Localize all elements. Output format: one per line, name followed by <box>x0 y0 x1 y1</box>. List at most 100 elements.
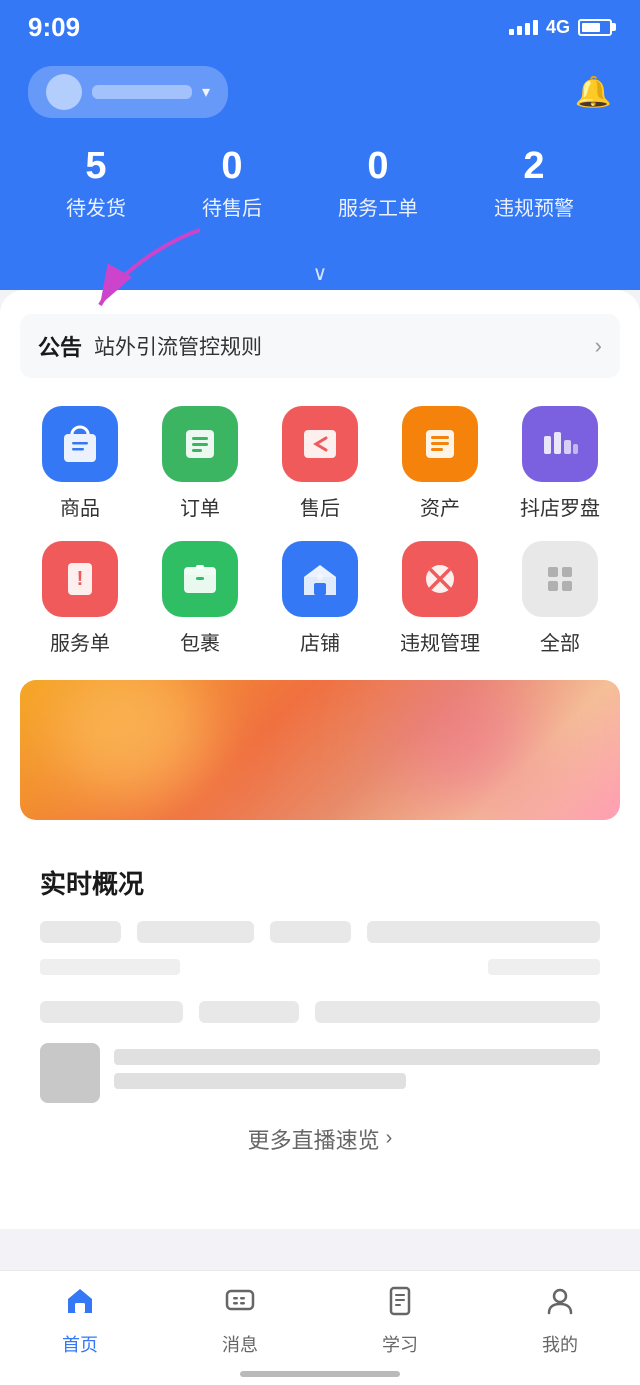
icon-label-compass: 抖店罗盘 <box>520 492 600 521</box>
blur-stat-5 <box>40 1001 183 1023</box>
status-time: 9:09 <box>28 12 80 43</box>
blur-stat-6 <box>199 1001 299 1023</box>
main-card: 公告 站外引流管控规则 › 商品 <box>0 290 640 1229</box>
notice-bar[interactable]: 公告 站外引流管控规则 › <box>20 314 620 378</box>
nav-label-mine: 我的 <box>542 1331 578 1357</box>
nav-item-messages[interactable]: 消息 <box>200 1285 280 1357</box>
icon-item-goods[interactable]: 商品 <box>20 406 140 521</box>
blur-image-row <box>40 1043 600 1103</box>
blur-val-2 <box>488 959 600 975</box>
icon-item-service[interactable]: ! 服务单 <box>20 541 140 656</box>
more-live-text: 更多直播速览 <box>248 1123 380 1155</box>
svg-text:!: ! <box>77 568 84 590</box>
icon-item-store[interactable]: 店铺 <box>260 541 380 656</box>
status-icons: 4G <box>509 17 612 38</box>
nav-item-learn[interactable]: 学习 <box>360 1285 440 1357</box>
nav-label-learn: 学习 <box>382 1331 418 1357</box>
store-icon-box <box>282 541 358 617</box>
stat-label-1: 待售后 <box>202 192 262 221</box>
notice-text: 站外引流管控规则 <box>94 331 583 361</box>
icon-item-parcel[interactable]: 包裹 <box>140 541 260 656</box>
violation-icon-box <box>402 541 478 617</box>
stat-violation[interactable]: 2 违规预警 <box>494 146 574 221</box>
assets-icon-box <box>402 406 478 482</box>
status-bar: 9:09 4G <box>0 0 640 54</box>
more-live-link[interactable]: 更多直播速览 › <box>40 1103 600 1165</box>
orders-icon-box <box>162 406 238 482</box>
learn-icon <box>384 1285 416 1325</box>
icon-item-all[interactable]: 全部 <box>500 541 620 656</box>
blur-content <box>114 1049 600 1097</box>
icon-item-orders[interactable]: 订单 <box>140 406 260 521</box>
stat-label-0: 待发货 <box>66 192 126 221</box>
store-avatar <box>46 74 82 110</box>
stat-aftersale[interactable]: 0 待售后 <box>202 146 262 221</box>
stats-row: 5 待发货 0 待售后 0 服务工单 2 违规预警 <box>28 146 612 221</box>
stat-num-3: 2 <box>494 146 574 188</box>
more-arrow-icon: › <box>386 1127 393 1150</box>
home-icon <box>64 1285 96 1325</box>
icon-item-aftersale[interactable]: 售后 <box>260 406 380 521</box>
stat-service[interactable]: 0 服务工单 <box>338 146 418 221</box>
signal-icon <box>509 20 538 35</box>
blur-val-1 <box>40 959 180 975</box>
bottom-nav: 首页 消息 学习 <box>0 1270 640 1385</box>
icon-label-orders: 订单 <box>180 492 220 521</box>
notice-label: 公告 <box>38 330 82 362</box>
icon-grid: 商品 订单 <box>20 406 620 656</box>
realtime-title: 实时概况 <box>40 864 600 901</box>
mine-icon <box>544 1285 576 1325</box>
blur-thumbnail <box>40 1043 100 1103</box>
banner[interactable] <box>20 680 620 820</box>
icon-item-assets[interactable]: 资产 <box>380 406 500 521</box>
service-icon-box: ! <box>42 541 118 617</box>
store-selector[interactable]: ▾ <box>28 66 228 118</box>
aftersale-icon-box <box>282 406 358 482</box>
icon-item-compass[interactable]: 抖店罗盘 <box>500 406 620 521</box>
battery-icon <box>578 19 612 36</box>
realtime-section: 实时概况 <box>20 840 620 1189</box>
blur-stats-row-2 <box>40 959 600 985</box>
blur-line-2 <box>114 1073 406 1089</box>
chevron-down-expand-icon: ∨ <box>313 263 328 285</box>
stat-label-3: 违规预警 <box>494 192 574 221</box>
stat-num-2: 0 <box>338 146 418 188</box>
content-wrapper: 公告 站外引流管控规则 › 商品 <box>0 290 640 1329</box>
header-top: ▾ 🔔 <box>28 66 612 118</box>
store-name <box>92 85 192 99</box>
icon-item-violation[interactable]: 违规管理 <box>380 541 500 656</box>
nav-label-home: 首页 <box>62 1331 98 1357</box>
icon-label-aftersale: 售后 <box>300 492 340 521</box>
nav-item-home[interactable]: 首页 <box>40 1285 120 1357</box>
compass-icon-box <box>522 406 598 482</box>
icon-label-goods: 商品 <box>60 492 100 521</box>
blur-stat-3 <box>270 921 351 943</box>
parcel-icon-box <box>162 541 238 617</box>
blur-line-1 <box>114 1049 600 1065</box>
stat-pending-ship[interactable]: 5 待发货 <box>66 146 126 221</box>
icon-label-all: 全部 <box>540 627 580 656</box>
notice-arrow-icon: › <box>595 333 602 359</box>
expand-arrow[interactable]: ∨ <box>0 251 640 290</box>
icon-label-store: 店铺 <box>300 627 340 656</box>
network-label: 4G <box>546 17 570 38</box>
icon-label-violation: 违规管理 <box>400 627 480 656</box>
stat-num-0: 5 <box>66 146 126 188</box>
home-indicator <box>240 1371 400 1377</box>
chevron-down-icon: ▾ <box>202 82 210 102</box>
blur-stats-row-3 <box>40 1001 600 1023</box>
blur-stat-7 <box>315 1001 600 1023</box>
icon-label-service: 服务单 <box>50 627 110 656</box>
stat-label-2: 服务工单 <box>338 192 418 221</box>
goods-icon-box <box>42 406 118 482</box>
blur-stat-4 <box>367 921 600 943</box>
all-icon-box <box>522 541 598 617</box>
icon-label-assets: 资产 <box>420 492 460 521</box>
blur-stat-2 <box>137 921 253 943</box>
icon-label-parcel: 包裹 <box>180 627 220 656</box>
bell-icon[interactable]: 🔔 <box>575 75 612 110</box>
blur-stats-row-1 <box>40 921 600 943</box>
nav-item-mine[interactable]: 我的 <box>520 1285 600 1357</box>
blur-stat-1 <box>40 921 121 943</box>
messages-icon <box>224 1285 256 1325</box>
